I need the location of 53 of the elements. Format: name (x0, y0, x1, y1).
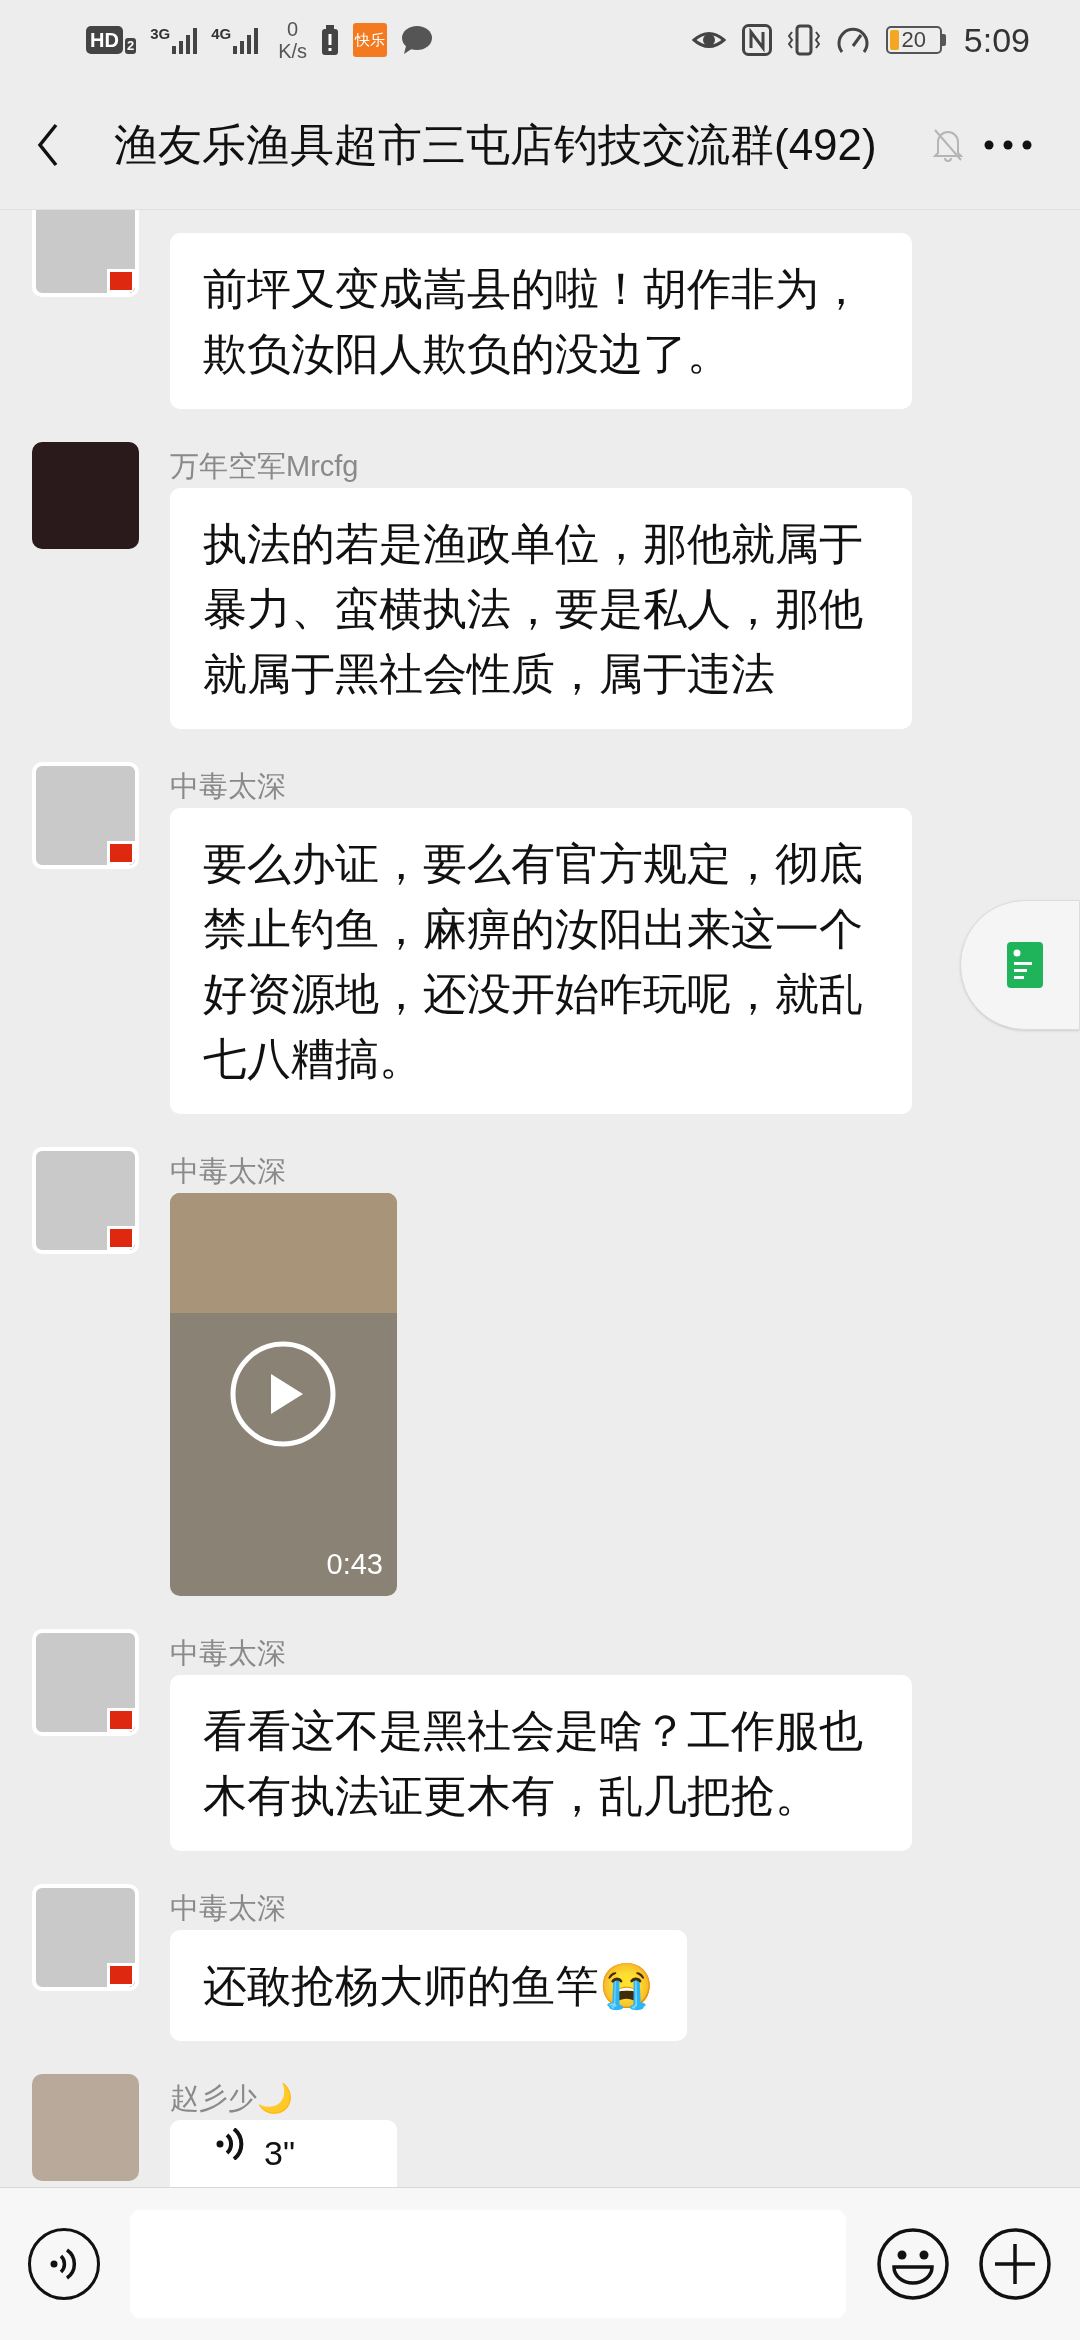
emoji-button[interactable] (876, 2227, 950, 2301)
sender-name: 中毒太深 (170, 1891, 286, 1926)
voice-icon (216, 2128, 246, 2160)
document-icon (1007, 942, 1043, 988)
app-icon: 快乐 (353, 23, 388, 57)
message-bubble: 看看这不是黑社会是啥？工作服也木有执法证更木有，乱几把抢。 (170, 1675, 912, 1851)
more-icon (984, 139, 1032, 150)
chat-title: 渔友乐渔具超市三屯店钓技交流群(492) (114, 118, 877, 171)
flag-icon (107, 269, 135, 293)
battery-alert-icon (321, 25, 340, 55)
sender-name: 万年空军Mrcfg (170, 449, 359, 484)
sender-name: 赵彡少🌙 (170, 2081, 293, 2116)
chat-bubble-icon (401, 25, 434, 55)
play-icon (229, 1340, 337, 1448)
signal-icon (172, 26, 198, 54)
message-bubble: 执法的若是渔政单位，那他就属于暴力、蛮横执法，要是私人，那他就属于黑社会性质，属于违法 (170, 488, 912, 729)
voice-button[interactable] (28, 2228, 100, 2300)
hd-indicator: HD (86, 26, 123, 54)
clock: 5:09 (963, 19, 1030, 61)
video-duration: 0:43 (326, 1546, 383, 1582)
battery-level: 20 (901, 28, 927, 52)
plus-button[interactable] (978, 2227, 1052, 2301)
sender-name: 中毒太深 (170, 769, 286, 804)
voice-duration: 3" (264, 2133, 295, 2174)
battery-fill (889, 30, 899, 50)
avatar[interactable] (32, 1884, 139, 1991)
speed-unit: K/s (278, 40, 308, 62)
voice-icon (50, 2248, 78, 2280)
message-bubble: 还敢抢杨大师的鱼竿😭 (170, 1930, 687, 2041)
speed-value: 0 (287, 18, 299, 40)
message-bubble: 要么办证，要么有官方规定，彻底禁止钓鱼，麻痹的汝阳出来这一个好资源地，还没开始咋玩呢，就乱七八糟搞。 (170, 808, 912, 1114)
flag-icon (107, 1963, 135, 1987)
flag-icon (107, 1708, 135, 1732)
avatar[interactable] (32, 762, 139, 869)
network-type: 3G (150, 26, 171, 42)
network-type: 4G (211, 26, 232, 42)
avatar[interactable] (32, 210, 139, 297)
nfc-icon (741, 24, 772, 56)
sender-name: 中毒太深 (170, 1636, 286, 1671)
flag-icon (107, 841, 135, 865)
side-tab[interactable] (960, 900, 1080, 1030)
flag-icon (107, 1226, 135, 1250)
sender-name: 中毒太深 (170, 1154, 286, 1189)
message-bubble: 前坪又变成嵩县的啦！胡作非为，欺负汝阳人欺负的没边了。 (170, 233, 912, 409)
avatar[interactable] (32, 1147, 139, 1254)
avatar[interactable] (32, 1629, 139, 1736)
voice-message[interactable]: 3" (170, 2120, 397, 2187)
plus-icon (978, 2227, 1052, 2301)
hd-number: 2 (124, 38, 137, 54)
smiley-icon (876, 2227, 950, 2301)
video-thumbnail[interactable]: 0:43 (170, 1193, 397, 1596)
signal-icon (233, 26, 259, 54)
vibrate-icon (787, 24, 820, 56)
